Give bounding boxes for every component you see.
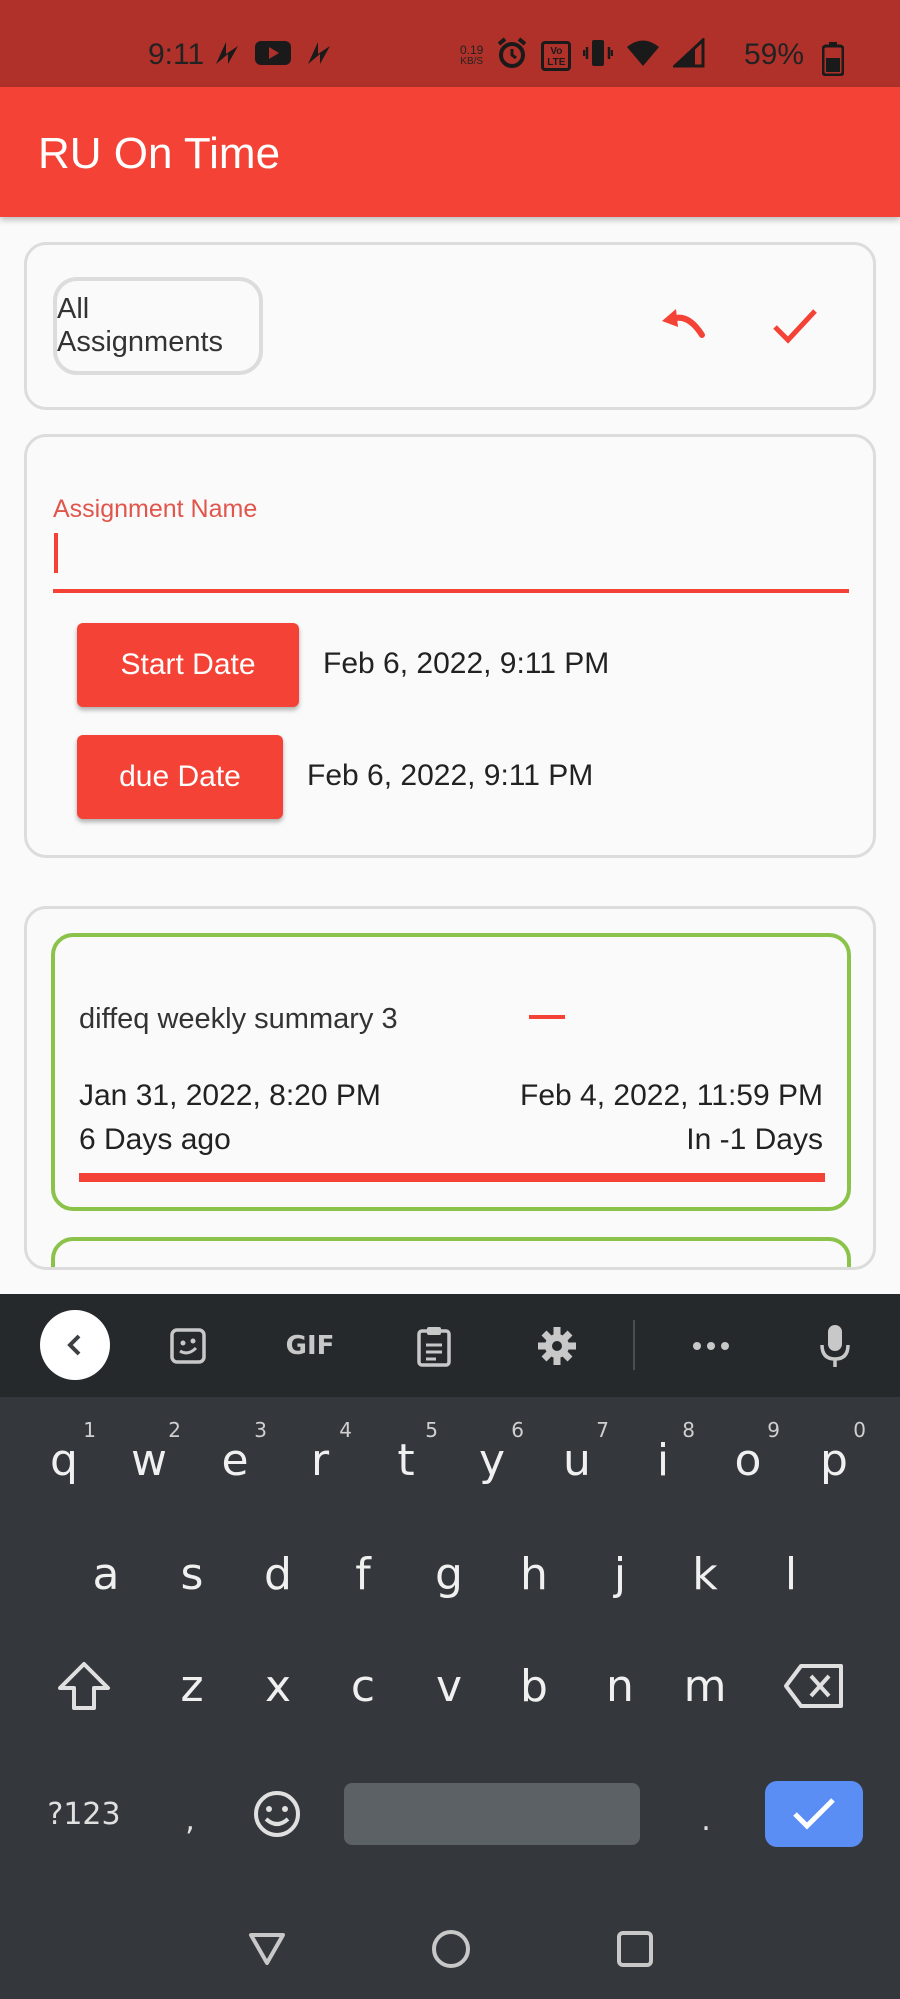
symbols-key[interactable]: ?123	[36, 1774, 132, 1854]
assignment-ago: 6 Days ago	[79, 1123, 231, 1156]
key-y[interactable]: y6	[450, 1410, 534, 1510]
key-v[interactable]: v	[407, 1636, 491, 1736]
due-date-value: Feb 6, 2022, 9:11 PM	[307, 759, 594, 792]
text-cursor	[54, 533, 58, 573]
key-p[interactable]: p0	[792, 1410, 876, 1510]
notification-icons	[212, 38, 334, 73]
key-d[interactable]: d	[236, 1524, 320, 1624]
emoji-key[interactable]	[246, 1778, 308, 1850]
remove-icon[interactable]	[529, 1015, 565, 1019]
emoji-icon	[254, 1791, 300, 1837]
key-h[interactable]: h	[492, 1524, 576, 1624]
key-s[interactable]: s	[150, 1524, 234, 1624]
key-z[interactable]: z	[150, 1636, 234, 1736]
mic-icon[interactable]	[805, 1316, 865, 1376]
app-bar: RU On Time	[0, 87, 900, 217]
key-c[interactable]: c	[321, 1636, 405, 1736]
key-q[interactable]: q1	[22, 1410, 106, 1510]
start-date-value: Feb 6, 2022, 9:11 PM	[323, 647, 610, 680]
comma-key[interactable]: ,	[170, 1780, 210, 1860]
network-speed: 0.19 KB/S	[460, 42, 484, 67]
assignment-item[interactable]	[51, 1237, 851, 1267]
status-bar: 9:11 0.19 KB/S Vo LTE 59%	[0, 0, 900, 87]
key-f[interactable]: f	[321, 1524, 405, 1624]
volte-icon: Vo LTE	[541, 40, 572, 71]
key-k[interactable]: k	[663, 1524, 747, 1624]
check-icon	[793, 1798, 835, 1830]
assignment-list-card: diffeq weekly summary 3 Jan 31, 2022, 8:…	[24, 906, 876, 1270]
start-date-button[interactable]: Start Date	[77, 623, 299, 707]
system-icons: 0.19 KB/S Vo LTE	[460, 36, 705, 75]
recents-square-icon[interactable]	[610, 1924, 660, 1974]
key-e[interactable]: e3	[193, 1410, 277, 1510]
home-circle-icon[interactable]	[426, 1924, 476, 1974]
key-o[interactable]: o9	[706, 1410, 790, 1510]
key-i[interactable]: i8	[621, 1410, 705, 1510]
app-title: RU On Time	[38, 129, 281, 178]
space-key[interactable]	[344, 1783, 640, 1845]
clipboard-icon[interactable]	[404, 1316, 464, 1376]
assignment-item[interactable]: diffeq weekly summary 3 Jan 31, 2022, 8:…	[51, 933, 851, 1211]
youtube-icon	[254, 39, 292, 72]
check-icon	[773, 309, 817, 344]
keyboard-toolbar: GIF	[0, 1294, 900, 1397]
toolbar-divider	[633, 1320, 635, 1370]
key-n[interactable]: n	[578, 1636, 662, 1736]
signal-relay-icon	[212, 38, 242, 73]
key-w[interactable]: w2	[107, 1410, 191, 1510]
key-u[interactable]: u7	[535, 1410, 619, 1510]
confirm-button[interactable]	[765, 295, 825, 355]
assignment-name-label: Assignment Name	[53, 495, 258, 523]
key-a[interactable]: a	[64, 1524, 148, 1624]
assignment-remaining: In -1 Days	[686, 1123, 823, 1156]
key-l[interactable]: l	[749, 1524, 833, 1624]
key-j[interactable]: j	[578, 1524, 662, 1624]
sticker-icon[interactable]	[158, 1316, 218, 1376]
key-x[interactable]: x	[236, 1636, 320, 1736]
alarm-icon	[495, 36, 529, 75]
gif-button[interactable]: GIF	[280, 1316, 340, 1376]
filter-card: All Assignments	[24, 242, 876, 410]
key-r[interactable]: r4	[278, 1410, 362, 1510]
battery-icon	[821, 42, 845, 81]
assignment-form-card: Assignment Name Start Date Feb 6, 2022, …	[24, 434, 876, 858]
assignment-progress-bar	[79, 1173, 825, 1182]
enter-key[interactable]	[765, 1781, 863, 1847]
vibrate-icon	[583, 37, 614, 74]
back-triangle-icon[interactable]	[242, 1924, 292, 1974]
backspace-key[interactable]	[774, 1646, 854, 1726]
cell-signal-icon	[671, 36, 705, 73]
key-g[interactable]: g	[407, 1524, 491, 1624]
wifi-icon	[625, 38, 661, 73]
shift-icon	[58, 1662, 110, 1710]
key-t[interactable]: t5	[364, 1410, 448, 1510]
assignment-name: diffeq weekly summary 3	[79, 1003, 398, 1035]
key-m[interactable]: m	[663, 1636, 747, 1736]
more-icon[interactable]	[681, 1316, 741, 1376]
assignment-due: Feb 4, 2022, 11:59 PM	[520, 1079, 823, 1112]
key-b[interactable]: b	[492, 1636, 576, 1736]
gear-icon[interactable]	[527, 1316, 587, 1376]
assignment-name-input[interactable]	[53, 529, 849, 593]
back-icon[interactable]	[40, 1310, 110, 1380]
clock: 9:11	[148, 38, 205, 71]
signal-relay-icon	[304, 38, 334, 73]
period-key[interactable]: .	[686, 1780, 726, 1860]
backspace-icon	[784, 1664, 843, 1708]
progress-fill	[79, 1173, 825, 1182]
all-assignments-chip[interactable]: All Assignments	[53, 277, 263, 375]
assignment-start: Jan 31, 2022, 8:20 PM	[79, 1079, 381, 1112]
battery-percent: 59%	[744, 38, 805, 71]
undo-button[interactable]	[653, 295, 713, 355]
due-date-button[interactable]: due Date	[77, 735, 283, 819]
undo-icon	[662, 309, 705, 338]
keyboard: GIF q1 w2 e3 r4 t5 y6 u7 i8 o9 p0 a s d …	[0, 1294, 900, 1999]
shift-key[interactable]	[44, 1646, 124, 1726]
system-nav-bar	[0, 1900, 900, 1999]
